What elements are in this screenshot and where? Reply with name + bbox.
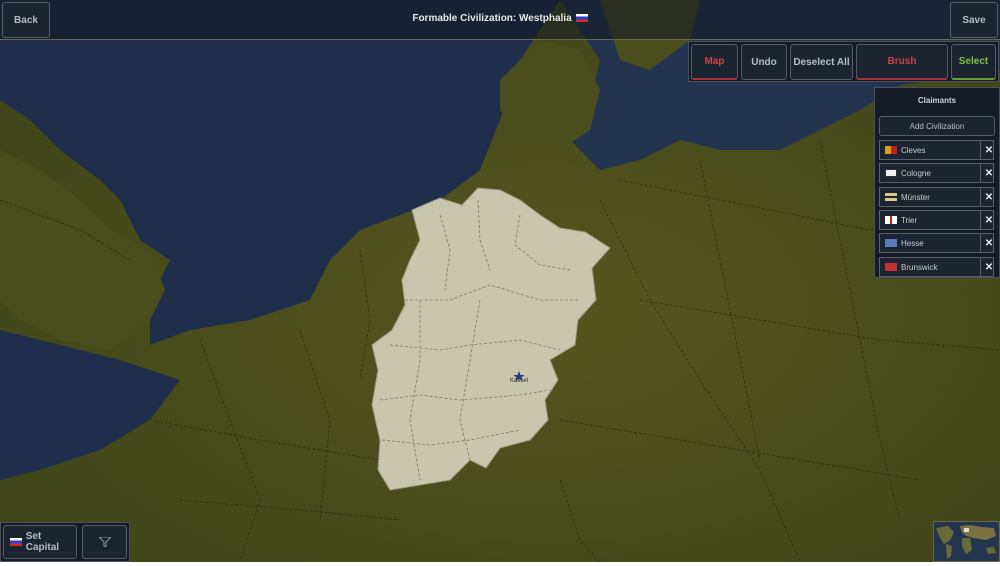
close-icon[interactable]: ✕ bbox=[980, 234, 997, 252]
save-button[interactable]: Save bbox=[950, 2, 998, 38]
minimap-world bbox=[934, 522, 999, 561]
claimant-name: Cologne bbox=[901, 168, 931, 178]
close-icon[interactable]: ✕ bbox=[980, 164, 997, 182]
add-civilization-label: Add Civilization bbox=[909, 121, 965, 131]
toolbar: Map Undo Deselect All Brush Select bbox=[688, 41, 999, 82]
select-button[interactable]: Select bbox=[951, 44, 996, 80]
claimants-panel: Claimants Add Civilization Cleves ✕ Colo… bbox=[874, 87, 1000, 278]
claimant-row-cleves[interactable]: Cleves ✕ bbox=[879, 140, 994, 160]
hesse-flag-icon bbox=[885, 239, 897, 247]
map-label: Map bbox=[704, 56, 725, 67]
close-icon[interactable]: ✕ bbox=[980, 141, 997, 159]
claimants-title: Claimants bbox=[917, 96, 957, 105]
save-label: Save bbox=[962, 14, 986, 26]
close-icon[interactable]: ✕ bbox=[980, 258, 997, 276]
cleves-flag-icon bbox=[885, 146, 897, 154]
claimant-name: Münster bbox=[901, 192, 930, 202]
filter-icon bbox=[98, 537, 111, 547]
munster-flag-icon bbox=[885, 193, 897, 201]
capital-label: Kassel bbox=[510, 378, 528, 384]
claimant-name: Cleves bbox=[901, 145, 926, 155]
claimant-row-munster[interactable]: Münster ✕ bbox=[879, 187, 994, 207]
brunswick-flag-icon bbox=[885, 263, 897, 271]
select-label: Select bbox=[958, 56, 989, 67]
minimap[interactable] bbox=[933, 521, 1000, 562]
add-civilization-button[interactable]: Add Civilization bbox=[879, 116, 995, 136]
brush-button[interactable]: Brush bbox=[856, 44, 948, 80]
bottom-bar: Set Capital bbox=[0, 522, 130, 562]
claimant-row-hesse[interactable]: Hesse ✕ bbox=[879, 233, 994, 253]
undo-button[interactable]: Undo bbox=[741, 44, 787, 80]
deselect-all-label: Deselect All bbox=[793, 56, 850, 68]
claimant-row-cologne[interactable]: Cologne ✕ bbox=[879, 163, 994, 183]
title-text: Formable Civilization: Westphalia bbox=[412, 13, 572, 24]
deselect-all-button[interactable]: Deselect All bbox=[790, 44, 853, 80]
top-bar: Back Formable Civilization: Westphalia S… bbox=[0, 0, 1000, 40]
map-button[interactable]: Map bbox=[691, 44, 738, 80]
cologne-flag-icon bbox=[885, 169, 897, 177]
trier-flag-icon bbox=[885, 216, 897, 224]
set-capital-label: Set Capital bbox=[25, 531, 60, 553]
claimant-name: Trier bbox=[901, 215, 918, 225]
brush-label: Brush bbox=[887, 56, 917, 67]
close-icon[interactable]: ✕ bbox=[980, 211, 997, 229]
world-map[interactable]: Kassel bbox=[0, 0, 1000, 562]
page-title: Formable Civilization: Westphalia bbox=[0, 13, 1000, 24]
russian-flag-icon bbox=[575, 14, 588, 22]
claimant-row-trier[interactable]: Trier ✕ bbox=[879, 210, 994, 230]
claimant-row-brunswick[interactable]: Brunswick ✕ bbox=[879, 257, 994, 277]
close-icon[interactable]: ✕ bbox=[980, 188, 997, 206]
set-capital-button[interactable]: Set Capital bbox=[3, 525, 77, 559]
russian-flag-icon bbox=[10, 538, 22, 546]
undo-label: Undo bbox=[751, 56, 777, 68]
claimant-name: Hesse bbox=[901, 238, 924, 248]
claimant-name: Brunswick bbox=[901, 262, 938, 272]
filter-button[interactable] bbox=[82, 525, 127, 559]
